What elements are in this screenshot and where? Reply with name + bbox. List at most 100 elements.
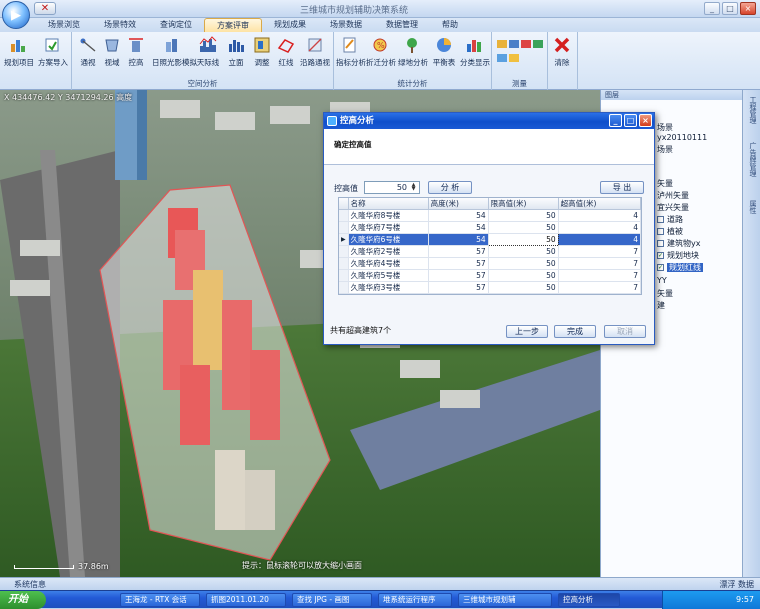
layer-checkbox[interactable] bbox=[657, 216, 664, 223]
height-cell: 54 bbox=[428, 209, 489, 222]
road-sight-icon bbox=[308, 38, 322, 52]
row-header[interactable] bbox=[339, 269, 349, 282]
layer-item[interactable]: yx20110111 bbox=[657, 133, 707, 142]
layer-item[interactable]: YY bbox=[657, 276, 667, 285]
quick-access-close-icon[interactable]: ✕ bbox=[34, 2, 56, 15]
close-button[interactable]: × bbox=[740, 2, 756, 15]
app-orb-button[interactable]: ▶ bbox=[2, 1, 30, 29]
taskbar-item[interactable]: 堆系统运行程序 bbox=[378, 593, 452, 607]
previous-step-button[interactable]: 上一步 bbox=[506, 325, 548, 338]
title-bar: ✕ 三维城市规划辅助决策系统 _ □ × bbox=[0, 0, 760, 18]
dialog-close-button[interactable]: × bbox=[639, 114, 652, 127]
road-sight-button[interactable]: 沿路通视 bbox=[298, 36, 332, 68]
height-control-button[interactable]: 控高 bbox=[122, 36, 150, 68]
limit-cell: 50 bbox=[488, 269, 559, 282]
layer-checkbox[interactable] bbox=[657, 240, 664, 247]
layer-checkbox[interactable] bbox=[657, 228, 664, 235]
layer-item[interactable]: 矢量 bbox=[657, 288, 673, 299]
row-header[interactable] bbox=[339, 281, 349, 294]
taskbar-item[interactable]: 王海龙 - RTX 会话 bbox=[120, 593, 200, 607]
tab-plan-results[interactable]: 规划成果 bbox=[262, 18, 318, 32]
side-tab-project[interactable]: 工程管理 bbox=[746, 96, 758, 124]
measure-tools-icon[interactable] bbox=[496, 38, 544, 68]
ribbon-group-statistics: 指标分析 % 折迁分析 绿地分析 平衡表 分类显示 统计分析 bbox=[334, 32, 492, 90]
layer-item[interactable]: 植被 bbox=[657, 226, 683, 237]
row-header[interactable] bbox=[339, 209, 349, 222]
elevation-button[interactable]: 立面 bbox=[222, 36, 250, 68]
row-header[interactable] bbox=[339, 221, 349, 234]
table-row-selected[interactable]: ▶ 久隆华府6号楼 54 50 4 bbox=[339, 233, 642, 246]
skyline-button[interactable]: 天际线 bbox=[194, 36, 222, 68]
layer-item-selected[interactable]: ✓ 规划红线 bbox=[657, 262, 703, 273]
column-header[interactable]: 名称 bbox=[348, 198, 429, 210]
layer-item[interactable]: 道路 bbox=[657, 214, 683, 225]
layer-item[interactable]: 矢量 bbox=[657, 178, 673, 189]
column-header[interactable]: 超高值(米) bbox=[558, 198, 642, 210]
maximize-button[interactable]: □ bbox=[722, 2, 738, 15]
tab-data-management[interactable]: 数据管理 bbox=[374, 18, 430, 32]
table-row[interactable]: 久隆华府7号楼 54 50 4 bbox=[339, 221, 642, 234]
classify-display-button[interactable]: 分类显示 bbox=[460, 36, 490, 68]
indicator-analysis-button[interactable]: 指标分析 bbox=[336, 36, 366, 68]
ribbon-group-project: 规划项目 方案导入 bbox=[0, 32, 72, 90]
spinner-arrows-icon[interactable]: ▲ ▼ bbox=[409, 183, 418, 192]
sunlight-shadow-button[interactable]: 日照光影模拟 bbox=[152, 36, 197, 68]
export-button[interactable]: 导 出 bbox=[600, 181, 644, 194]
dialog-maximize-button[interactable]: □ bbox=[624, 114, 637, 127]
table-row[interactable]: 久隆华府8号楼 54 50 4 bbox=[339, 209, 642, 222]
start-button[interactable]: 开始 bbox=[0, 591, 46, 609]
row-header[interactable] bbox=[339, 257, 349, 270]
plan-project-button[interactable]: 规划项目 bbox=[4, 36, 34, 68]
elevation-icon bbox=[229, 40, 244, 52]
column-header[interactable]: 高度(米) bbox=[428, 198, 489, 210]
coordinate-readout: X 434476.42 Y 3471294.26 高度 bbox=[4, 93, 133, 102]
taskbar-item[interactable]: 抓图2011.01.20 bbox=[206, 593, 286, 607]
table-row[interactable]: 久隆华府2号楼 57 50 7 bbox=[339, 245, 642, 258]
plan-import-button[interactable]: 方案导入 bbox=[38, 36, 68, 68]
height-limit-spinner[interactable]: 50 ▲ ▼ bbox=[364, 181, 420, 194]
pie-chart-icon bbox=[437, 38, 451, 52]
finish-button[interactable]: 完成 bbox=[554, 325, 596, 338]
tab-plan-review[interactable]: 方案评审 bbox=[204, 18, 262, 32]
balance-table-button[interactable]: 平衡表 bbox=[430, 36, 458, 68]
table-row[interactable]: 久隆华府4号楼 57 50 7 bbox=[339, 257, 642, 270]
clear-button[interactable]: 清除 bbox=[548, 36, 576, 68]
row-pointer-icon[interactable]: ▶ bbox=[339, 233, 349, 246]
layer-item[interactable]: 宜兴矢量 bbox=[657, 202, 689, 213]
row-header[interactable] bbox=[339, 245, 349, 258]
layer-item[interactable]: ✓ 规划地块 bbox=[657, 250, 699, 261]
layer-item[interactable]: 建筑物yx bbox=[657, 238, 700, 249]
red-line-button[interactable]: 红线 bbox=[272, 36, 300, 68]
taskbar-item-active[interactable]: 控高分析 bbox=[558, 593, 620, 607]
status-system-info[interactable]: 系统信息 bbox=[14, 579, 46, 590]
layer-item[interactable]: 场景 bbox=[657, 122, 673, 133]
minimize-button[interactable]: _ bbox=[704, 2, 720, 15]
layer-checkbox-checked[interactable]: ✓ bbox=[657, 264, 664, 271]
taskbar-item[interactable]: 三维城市规划辅 bbox=[458, 593, 552, 607]
dialog-minimize-button[interactable]: _ bbox=[609, 114, 622, 127]
layer-item[interactable]: 建 bbox=[657, 300, 665, 311]
side-tab-billboard[interactable]: 广告牌管理 bbox=[746, 142, 758, 177]
analyze-button[interactable]: 分 析 bbox=[428, 181, 472, 194]
green-analysis-button[interactable]: 绿地分析 bbox=[398, 36, 428, 68]
layer-checkbox-checked[interactable]: ✓ bbox=[657, 252, 664, 259]
summary-text: 共有超高建筑7个 bbox=[330, 326, 392, 335]
tab-help[interactable]: 帮助 bbox=[430, 18, 470, 32]
taskbar-item[interactable]: 查找 JPG - 画图 bbox=[292, 593, 372, 607]
ribbon-group-measure: 测量 bbox=[492, 32, 548, 90]
building-name-cell: 久隆华府5号楼 bbox=[348, 269, 429, 282]
column-header[interactable]: 限高值(米) bbox=[488, 198, 559, 210]
side-tab-properties[interactable]: 属性 bbox=[746, 200, 758, 214]
cancel-button[interactable]: 取消 bbox=[604, 325, 646, 338]
layer-item[interactable]: 场景 bbox=[657, 144, 673, 155]
ribbon-group-clear: 清除 bbox=[548, 32, 578, 90]
table-row[interactable]: 久隆华府3号楼 57 50 7 bbox=[339, 281, 642, 294]
table-row[interactable]: 久隆华府5号楼 57 50 7 bbox=[339, 269, 642, 282]
tab-query-locate[interactable]: 查询定位 bbox=[148, 18, 204, 32]
tab-scene-effects[interactable]: 场景特效 bbox=[92, 18, 148, 32]
over-height-cell: 7 bbox=[558, 269, 642, 282]
tab-scene-browse[interactable]: 场景浏览 bbox=[36, 18, 92, 32]
tab-scene-data[interactable]: 场景数据 bbox=[318, 18, 374, 32]
demolition-analysis-button[interactable]: % 折迁分析 bbox=[366, 36, 396, 68]
layer-item[interactable]: 泸州矢量 bbox=[657, 190, 689, 201]
